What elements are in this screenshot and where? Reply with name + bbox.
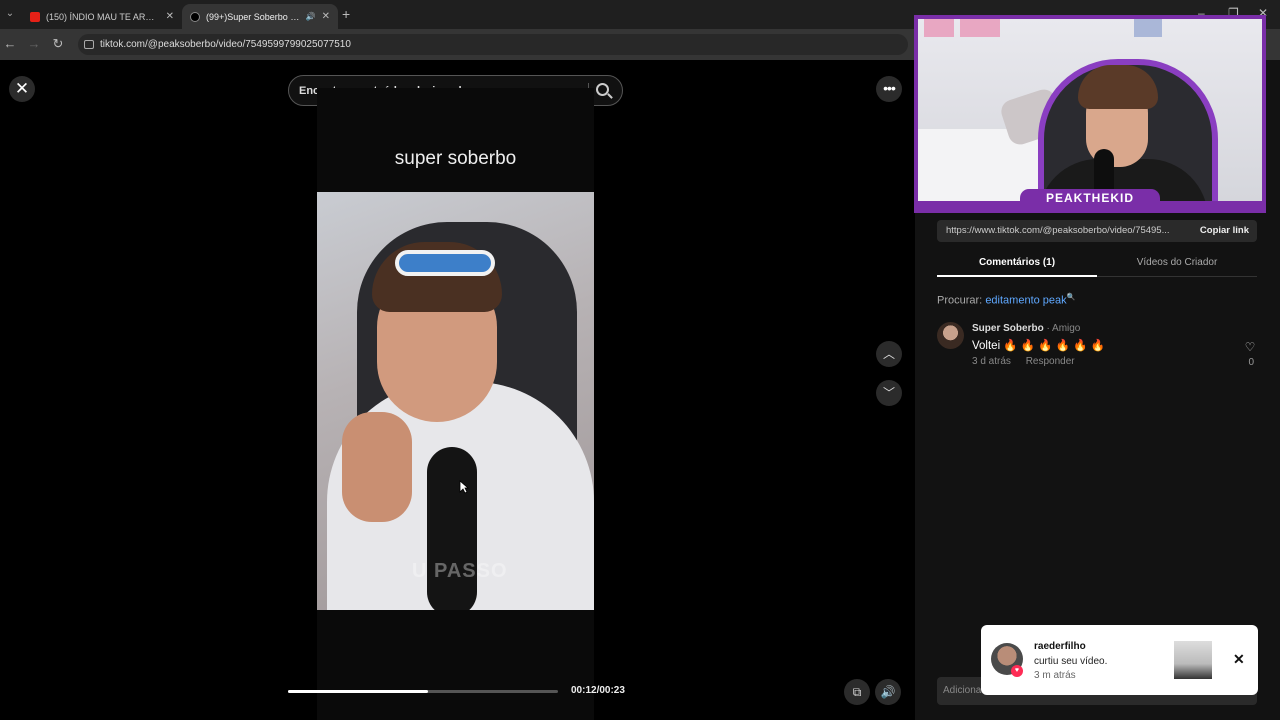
microphone bbox=[427, 447, 477, 610]
youtube-icon bbox=[30, 11, 40, 22]
share-link-box: https://www.tiktok.com/@peaksoberbo/vide… bbox=[937, 220, 1257, 242]
active-tab-underline bbox=[937, 275, 1097, 277]
comment-author-line: Super Soberbo · Amigo bbox=[972, 323, 1080, 334]
comment-meta: 3 d atrás Responder bbox=[972, 356, 1075, 367]
heart-icon: ♥ bbox=[1011, 665, 1023, 677]
tab-tiktok[interactable]: (99+)Super Soberbo (@pe 🔊 ✕ bbox=[182, 4, 338, 29]
notification-time: 3 m atrás bbox=[1034, 670, 1076, 681]
mouse-cursor-icon bbox=[459, 480, 469, 494]
panel-tabs: Comentários (1) Vídeos do Criador bbox=[937, 253, 1257, 277]
url-text: tiktok.com/@peaksoberbo/video/7549599799… bbox=[100, 39, 351, 50]
next-video-button[interactable]: ﹀ bbox=[876, 380, 902, 406]
progress-bar[interactable] bbox=[288, 690, 558, 693]
video-frame[interactable]: U PASSO bbox=[317, 192, 594, 610]
like-notification[interactable]: ♥ raederfilho curtiu seu vídeo. 3 m atrá… bbox=[981, 625, 1258, 695]
tab-title: (99+)Super Soberbo (@pe bbox=[206, 11, 302, 22]
comment-text: Voltei 🔥 🔥 🔥 🔥 🔥 🔥 bbox=[972, 340, 1106, 352]
copy-link-button[interactable]: Copiar link bbox=[1200, 225, 1249, 236]
search-keyword-link[interactable]: editamento peak bbox=[985, 295, 1066, 307]
comment-relation: · Amigo bbox=[1046, 323, 1081, 334]
video-thumbnail bbox=[1174, 641, 1212, 679]
video-caption: super soberbo bbox=[394, 148, 517, 169]
close-video-button[interactable]: ✕ bbox=[9, 76, 35, 102]
comment-item: Super Soberbo · Amigo Voltei 🔥 🔥 🔥 🔥 🔥 🔥… bbox=[937, 322, 1257, 372]
reply-button[interactable]: Responder bbox=[1026, 356, 1075, 367]
more-options-button[interactable]: ••• bbox=[876, 76, 902, 102]
video-watermark: U PASSO bbox=[412, 560, 508, 582]
previous-video-button[interactable]: ︿ bbox=[876, 341, 902, 367]
new-tab-button[interactable]: + bbox=[342, 6, 350, 22]
webcam-label: PEAKTHEKID bbox=[1020, 189, 1160, 207]
search-suggestion: Procurar: editamento peak🔍 bbox=[937, 293, 1075, 307]
reload-icon[interactable]: ↻ bbox=[50, 36, 66, 52]
progress-fill bbox=[288, 690, 429, 693]
search-small-icon: 🔍 bbox=[1066, 294, 1076, 301]
sunglasses bbox=[395, 250, 495, 276]
avatar[interactable] bbox=[937, 322, 964, 349]
notification-user: raederfilho bbox=[1034, 641, 1086, 652]
volume-button[interactable]: 🔊 bbox=[875, 679, 901, 705]
search-prefix: Procurar: bbox=[937, 294, 983, 307]
url-field[interactable]: tiktok.com/@peaksoberbo/video/7549599799… bbox=[78, 34, 908, 55]
hand bbox=[342, 412, 412, 522]
notification-message: curtiu seu vídeo. bbox=[1034, 656, 1108, 667]
wall-poster bbox=[1134, 19, 1162, 37]
tab-youtube[interactable]: (150) ÍNDIO MAU TE ARRASTO ✕ bbox=[22, 4, 182, 29]
tab-title: (150) ÍNDIO MAU TE ARRASTO bbox=[46, 11, 160, 22]
comment-author[interactable]: Super Soberbo bbox=[972, 323, 1044, 334]
pip-button[interactable]: ⧉ bbox=[844, 679, 870, 705]
wall-poster bbox=[960, 19, 1000, 37]
like-count: 0 bbox=[1248, 357, 1254, 368]
time-display: 00:12/00:23 bbox=[571, 685, 625, 696]
hair bbox=[1078, 65, 1158, 109]
close-icon[interactable]: ✕ bbox=[166, 11, 174, 22]
webcam-feed bbox=[918, 19, 1262, 201]
tab-search-chevron-icon[interactable]: ⌄ bbox=[2, 6, 18, 22]
tab-creator-videos[interactable]: Vídeos do Criador bbox=[1097, 257, 1257, 268]
webcam-overlay: PEAKTHEKID bbox=[914, 15, 1266, 213]
search-icon[interactable] bbox=[596, 83, 609, 96]
forward-icon[interactable]: → bbox=[26, 36, 42, 52]
share-url: https://www.tiktok.com/@peaksoberbo/vide… bbox=[946, 225, 1170, 236]
tiktok-icon bbox=[190, 11, 200, 22]
site-info-icon[interactable] bbox=[84, 40, 94, 49]
speaker-icon[interactable]: 🔊 bbox=[306, 12, 316, 21]
back-icon[interactable]: ← bbox=[2, 36, 18, 52]
comment-time: 3 d atrás bbox=[972, 356, 1011, 367]
video-player[interactable]: super soberbo U PASSO bbox=[317, 88, 594, 720]
close-icon[interactable]: ✕ bbox=[1233, 651, 1245, 668]
wall-poster bbox=[924, 19, 954, 37]
tab-comments[interactable]: Comentários (1) bbox=[937, 257, 1097, 268]
close-icon[interactable]: ✕ bbox=[322, 11, 330, 22]
heart-icon[interactable]: ♡ bbox=[1243, 340, 1257, 354]
